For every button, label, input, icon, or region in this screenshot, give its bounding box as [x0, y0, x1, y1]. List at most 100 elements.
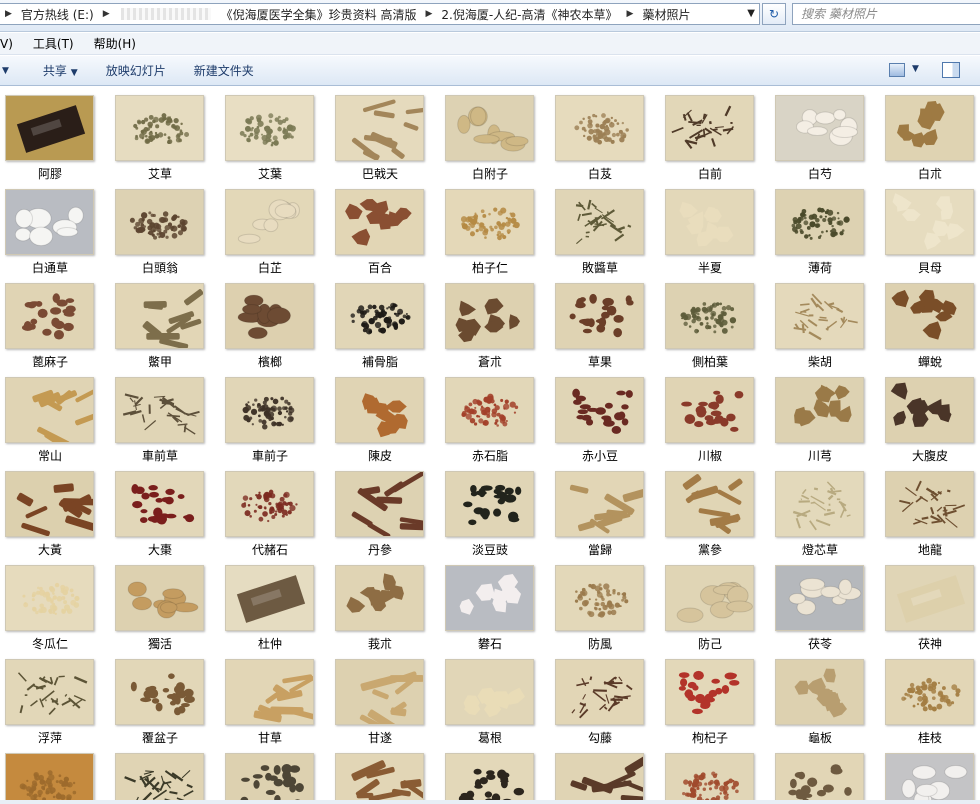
file-item[interactable]: 常山 — [0, 368, 100, 463]
file-item[interactable]: 桂枝 — [880, 650, 980, 745]
file-item[interactable]: 黨參 — [660, 462, 760, 557]
file-item[interactable]: 巴戟天 — [330, 86, 430, 181]
file-item[interactable]: 草果 — [550, 274, 650, 369]
file-item[interactable]: 蟬蛻 — [880, 274, 980, 369]
file-item[interactable]: 白前 — [660, 86, 760, 181]
file-item[interactable]: 覆盆子 — [110, 650, 210, 745]
file-item[interactable] — [550, 744, 650, 804]
file-item[interactable]: 百合 — [330, 180, 430, 275]
menu-help[interactable]: 帮助(H) — [84, 35, 146, 52]
file-item[interactable]: 礬石 — [440, 556, 540, 651]
file-item[interactable]: 浮萍 — [0, 650, 100, 745]
chevron-right-icon[interactable]: ▶ — [420, 9, 437, 19]
thumbnail-image — [885, 471, 974, 537]
chevron-right-icon[interactable]: ▶ — [0, 9, 17, 19]
file-item[interactable]: 川芎 — [770, 368, 870, 463]
file-item[interactable]: 大腹皮 — [880, 368, 980, 463]
file-item[interactable] — [0, 744, 100, 804]
file-item[interactable] — [440, 744, 540, 804]
file-item[interactable]: 檳榔 — [220, 274, 320, 369]
chevron-down-icon[interactable]: ▼ — [912, 64, 919, 74]
menu-view[interactable]: V) — [0, 37, 23, 51]
file-item[interactable]: 防風 — [550, 556, 650, 651]
new-folder-button[interactable]: 新建文件夹 — [180, 62, 268, 79]
file-item[interactable] — [660, 744, 760, 804]
file-item[interactable] — [330, 744, 430, 804]
file-item[interactable]: 艾葉 — [220, 86, 320, 181]
file-item[interactable]: 柏子仁 — [440, 180, 540, 275]
file-item[interactable]: 側柏葉 — [660, 274, 760, 369]
file-item[interactable]: 白頭翁 — [110, 180, 210, 275]
file-item[interactable]: 車前草 — [110, 368, 210, 463]
file-item[interactable] — [880, 744, 980, 804]
thumbnail-image — [115, 377, 204, 443]
share-button[interactable]: 共享 ▼ — [29, 62, 92, 79]
file-item[interactable]: 薄荷 — [770, 180, 870, 275]
file-item[interactable]: 茯苓 — [770, 556, 870, 651]
file-item[interactable]: 杜仲 — [220, 556, 320, 651]
file-item[interactable]: 龜板 — [770, 650, 870, 745]
file-item[interactable]: 陳皮 — [330, 368, 430, 463]
file-item[interactable]: 半夏 — [660, 180, 760, 275]
file-item[interactable]: 補骨脂 — [330, 274, 430, 369]
file-item[interactable]: 柴胡 — [770, 274, 870, 369]
file-item[interactable] — [220, 744, 320, 804]
file-item[interactable]: 丹參 — [330, 462, 430, 557]
file-item[interactable]: 冬瓜仁 — [0, 556, 100, 651]
file-item[interactable]: 艾草 — [110, 86, 210, 181]
file-item[interactable]: 葛根 — [440, 650, 540, 745]
preview-pane-icon[interactable] — [942, 62, 960, 78]
file-item[interactable]: 川椒 — [660, 368, 760, 463]
file-item[interactable]: 蒼朮 — [440, 274, 540, 369]
file-item[interactable]: 勾藤 — [550, 650, 650, 745]
herb-photo — [556, 284, 643, 348]
refresh-button[interactable]: ↻ — [762, 3, 786, 25]
herb-photo — [666, 378, 753, 442]
file-item[interactable]: 鱉甲 — [110, 274, 210, 369]
file-item[interactable]: 阿膠 — [0, 86, 100, 181]
thumbnail-image — [335, 283, 424, 349]
file-item[interactable]: 甘遂 — [330, 650, 430, 745]
slideshow-button[interactable]: 放映幻灯片 — [92, 62, 180, 79]
chevron-down-icon[interactable]: ▼ — [747, 8, 755, 19]
herb-photo — [226, 284, 313, 348]
file-item[interactable]: 地龍 — [880, 462, 980, 557]
file-item[interactable]: 大棗 — [110, 462, 210, 557]
file-item[interactable]: 淡豆豉 — [440, 462, 540, 557]
file-item[interactable]: 赤小豆 — [550, 368, 650, 463]
file-item[interactable]: 白通草 — [0, 180, 100, 275]
breadcrumb[interactable]: ▶ 官方热线 (E:) ▶ 《倪海厦医学全集》珍贵资料 高清版 ▶ 2.倪海厦-… — [0, 3, 760, 25]
file-item[interactable]: 代赭石 — [220, 462, 320, 557]
search-input[interactable]: 搜索 藥材照片 — [792, 3, 980, 25]
file-item[interactable]: 枸杞子 — [660, 650, 760, 745]
file-item[interactable]: 獨活 — [110, 556, 210, 651]
breadcrumb-item-drive[interactable]: 官方热线 (E:) — [17, 6, 98, 23]
menu-tools[interactable]: 工具(T) — [23, 35, 84, 52]
breadcrumb-item-current[interactable]: 藥材照片 — [638, 6, 694, 23]
file-item[interactable]: 車前子 — [220, 368, 320, 463]
file-item[interactable]: 白附子 — [440, 86, 540, 181]
file-item[interactable]: 白芷 — [220, 180, 320, 275]
file-item[interactable]: 當歸 — [550, 462, 650, 557]
file-item[interactable]: 貝母 — [880, 180, 980, 275]
chevron-right-icon[interactable]: ▶ — [98, 9, 115, 19]
file-item[interactable]: 燈芯草 — [770, 462, 870, 557]
file-item[interactable]: 甘草 — [220, 650, 320, 745]
chevron-right-icon[interactable]: ▶ — [622, 9, 639, 19]
file-item[interactable]: 白朮 — [880, 86, 980, 181]
file-item[interactable]: 茯神 — [880, 556, 980, 651]
file-item[interactable]: 敗醬草 — [550, 180, 650, 275]
breadcrumb-item-subfolder[interactable]: 2.倪海厦-人纪-高清《神农本草》 — [437, 6, 621, 23]
file-item[interactable]: 大黃 — [0, 462, 100, 557]
file-item[interactable]: 白芍 — [770, 86, 870, 181]
views-icon[interactable] — [889, 63, 905, 77]
breadcrumb-item-collection[interactable]: 《倪海厦医学全集》珍贵资料 高清版 — [217, 6, 421, 23]
file-item[interactable]: 白芨 — [550, 86, 650, 181]
file-item[interactable] — [770, 744, 870, 804]
file-item[interactable]: 莪朮 — [330, 556, 430, 651]
file-item[interactable]: 赤石脂 — [440, 368, 540, 463]
file-item[interactable]: 蓖麻子 — [0, 274, 100, 369]
chevron-down-icon[interactable]: ▼ — [0, 66, 29, 76]
file-item[interactable]: 防己 — [660, 556, 760, 651]
file-item[interactable] — [110, 744, 210, 804]
